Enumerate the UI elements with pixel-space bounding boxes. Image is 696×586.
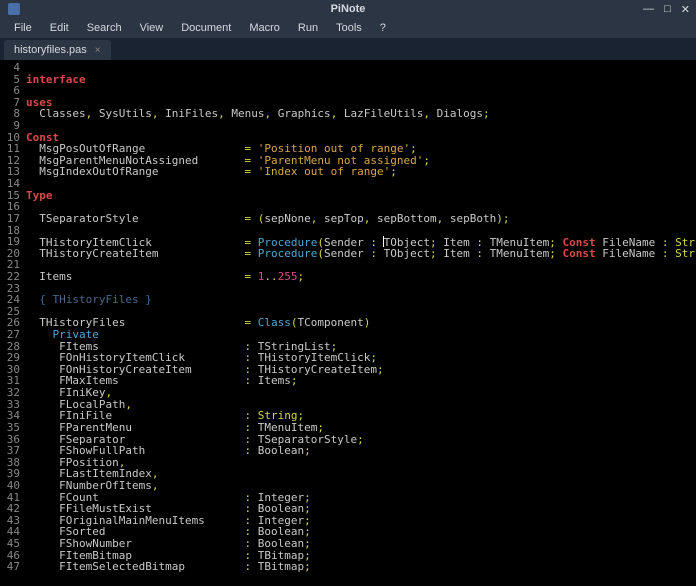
menu-view[interactable]: View bbox=[132, 20, 172, 36]
line-number: 22 bbox=[0, 271, 20, 283]
line-number: 37 bbox=[0, 445, 20, 457]
menu-macro[interactable]: Macro bbox=[241, 20, 288, 36]
code-line[interactable] bbox=[26, 178, 696, 190]
code-line[interactable]: Classes, SysUtils, IniFiles, Menus, Grap… bbox=[26, 108, 696, 120]
maximize-button[interactable]: □ bbox=[664, 3, 671, 16]
editor[interactable]: 4567891011121314151617181920212223242526… bbox=[0, 60, 696, 586]
menu-run[interactable]: Run bbox=[290, 20, 326, 36]
window-controls: — □ ✕ bbox=[643, 3, 690, 16]
code-line[interactable]: THistoryFiles = Class(TComponent) bbox=[26, 317, 696, 329]
code-line[interactable] bbox=[26, 62, 696, 74]
code-line[interactable]: TSeparatorStyle = (sepNone, sepTop, sepB… bbox=[26, 213, 696, 225]
code-line[interactable]: FShowFullPath : Boolean; bbox=[26, 445, 696, 457]
line-number: 19 bbox=[0, 236, 20, 248]
app-icon bbox=[8, 3, 20, 15]
code-line[interactable] bbox=[26, 120, 696, 132]
code-line[interactable] bbox=[26, 225, 696, 237]
code-line[interactable] bbox=[26, 85, 696, 97]
code-line[interactable]: interface bbox=[26, 74, 696, 86]
line-number: 40 bbox=[0, 480, 20, 492]
minimize-button[interactable]: — bbox=[643, 3, 654, 16]
window-title: PiNote bbox=[331, 3, 366, 15]
titlebar[interactable]: PiNote — □ ✕ bbox=[0, 0, 696, 18]
menu-file[interactable]: File bbox=[6, 20, 40, 36]
menu-tools[interactable]: Tools bbox=[328, 20, 370, 36]
line-number: 45 bbox=[0, 538, 20, 550]
tab-historyfiles[interactable]: historyfiles.pas × bbox=[4, 40, 111, 60]
menu-help[interactable]: ? bbox=[372, 20, 394, 36]
tab-close-icon[interactable]: × bbox=[95, 45, 101, 56]
line-number: 35 bbox=[0, 422, 20, 434]
code-line[interactable]: Type bbox=[26, 190, 696, 202]
menubar: FileEditSearchViewDocumentMacroRunTools? bbox=[0, 18, 696, 38]
menu-search[interactable]: Search bbox=[79, 20, 130, 36]
code-line[interactable]: { THistoryFiles } bbox=[26, 294, 696, 306]
code-line[interactable]: MsgIndexOutOfRange = 'Index out of range… bbox=[26, 166, 696, 178]
code-line[interactable]: THistoryCreateItem = Procedure(Sender : … bbox=[26, 248, 696, 260]
code-line[interactable]: FMaxItems : Items; bbox=[26, 375, 696, 387]
tab-label: historyfiles.pas bbox=[14, 44, 87, 56]
code-area[interactable]: interface uses Classes, SysUtils, IniFil… bbox=[26, 62, 696, 586]
line-number: 32 bbox=[0, 387, 20, 399]
tabbar: historyfiles.pas × bbox=[0, 38, 696, 60]
gutter: 4567891011121314151617181920212223242526… bbox=[0, 62, 26, 586]
close-button[interactable]: ✕ bbox=[681, 3, 690, 16]
code-line[interactable]: FItemSelectedBitmap : TBitmap; bbox=[26, 561, 696, 573]
menu-edit[interactable]: Edit bbox=[42, 20, 77, 36]
menu-document[interactable]: Document bbox=[173, 20, 239, 36]
code-line[interactable]: Items = 1..255; bbox=[26, 271, 696, 283]
line-number: 9 bbox=[0, 120, 20, 132]
line-number: 47 bbox=[0, 561, 20, 573]
line-number: 27 bbox=[0, 329, 20, 341]
line-number: 4 bbox=[0, 62, 20, 74]
line-number: 17 bbox=[0, 213, 20, 225]
line-number: 14 bbox=[0, 178, 20, 190]
